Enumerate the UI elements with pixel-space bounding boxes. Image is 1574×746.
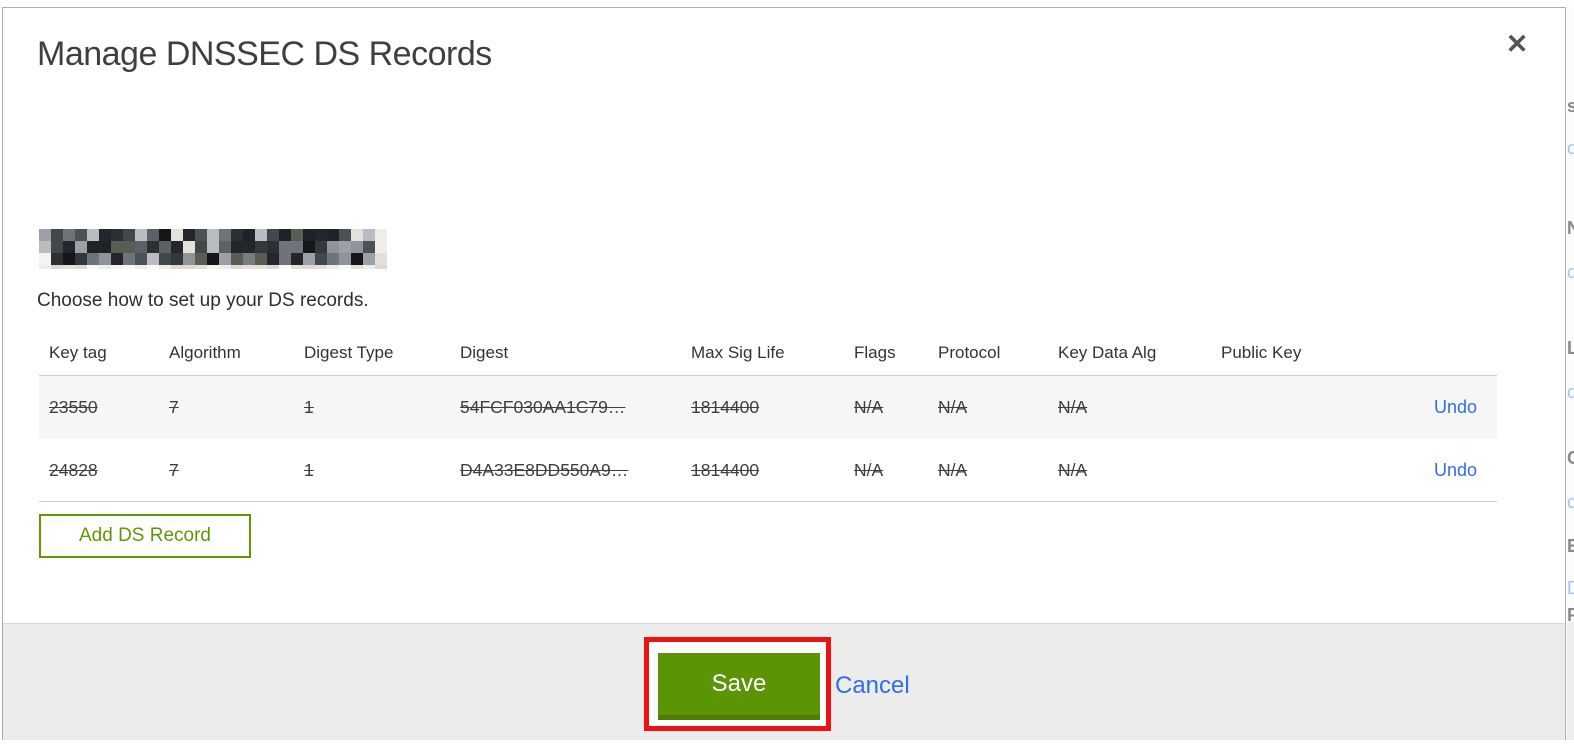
cell-action: Undo [1407,460,1497,481]
close-icon[interactable]: ✕ [1499,26,1535,62]
cell-protocol: N/A [938,397,968,417]
col-header-flags: Flags [854,343,896,362]
table-row: 23550 7 1 54FCF030AA1C79… 1814400 N/A N/… [39,376,1497,439]
background-page-strip: s o No Lo Co E DP [1567,7,1574,740]
cancel-link[interactable]: Cancel [835,672,910,700]
manage-dnssec-modal: Manage DNSSEC DS Records ✕ Choose how to… [2,7,1566,740]
col-header-protocol: Protocol [938,343,1001,362]
col-header-digest: Digest [460,343,509,362]
background-text-fragment: o [1567,492,1574,512]
ds-records-table: Key tag Algorithm Digest Type Digest Max… [39,331,1497,502]
col-header-digest-type: Digest Type [304,343,394,362]
add-ds-record-button[interactable]: Add DS Record [39,514,251,558]
background-text-fragment: s [1567,96,1574,116]
background-text-fragment: P [1567,605,1574,625]
cell-flags: N/A [854,397,884,417]
cell-protocol: N/A [938,459,968,480]
col-header-max-sig-life: Max Sig Life [691,343,785,362]
background-text-fragment: N [1567,218,1574,238]
background-text-fragment: D [1567,578,1574,598]
cell-key-tag: 24828 [49,459,98,480]
cell-digest: D4A33E8DD550A9… [460,459,629,480]
background-text-fragment: o [1567,382,1574,402]
col-header-key-tag: Key tag [49,343,107,362]
background-text-fragment: o [1567,262,1574,282]
modal-footer: Save Cancel [3,623,1565,740]
save-button[interactable]: Save [658,653,820,720]
cell-algorithm: 7 [169,397,179,417]
cell-max-sig-life: 1814400 [691,397,760,417]
col-header-key-data-alg: Key Data Alg [1058,343,1157,362]
table-header-row: Key tag Algorithm Digest Type Digest Max… [39,331,1497,376]
cell-flags: N/A [854,459,884,480]
background-text-fragment: o [1567,138,1574,158]
cell-algorithm: 7 [169,459,179,480]
background-text-fragment: C [1567,448,1574,468]
cell-key-tag: 23550 [49,397,98,417]
col-header-public-key: Public Key [1221,343,1302,362]
background-text-fragment: E [1567,536,1574,556]
background-text-fragment: L [1567,338,1574,358]
undo-link[interactable]: Undo [1434,397,1477,417]
undo-link[interactable]: Undo [1434,460,1477,480]
cell-action: Undo [1407,397,1497,418]
table-row: 24828 7 1 D4A33E8DD550A9… 1814400 N/A N/… [39,439,1497,502]
page-title: Manage DNSSEC DS Records [37,35,492,73]
cell-digest-type: 1 [304,397,314,417]
cell-key-data-alg: N/A [1058,397,1088,417]
cell-max-sig-life: 1814400 [691,459,760,480]
screenshot-canvas: Manage DNSSEC DS Records ✕ Choose how to… [0,0,1574,746]
redacted-domain-name [39,229,391,269]
cell-digest: 54FCF030AA1C79… [460,397,626,417]
subtitle-text: Choose how to set up your DS records. [37,290,369,311]
cell-key-data-alg: N/A [1058,459,1088,480]
background-page-footer [1567,622,1574,740]
cell-digest-type: 1 [304,459,314,480]
col-header-algorithm: Algorithm [169,343,241,362]
